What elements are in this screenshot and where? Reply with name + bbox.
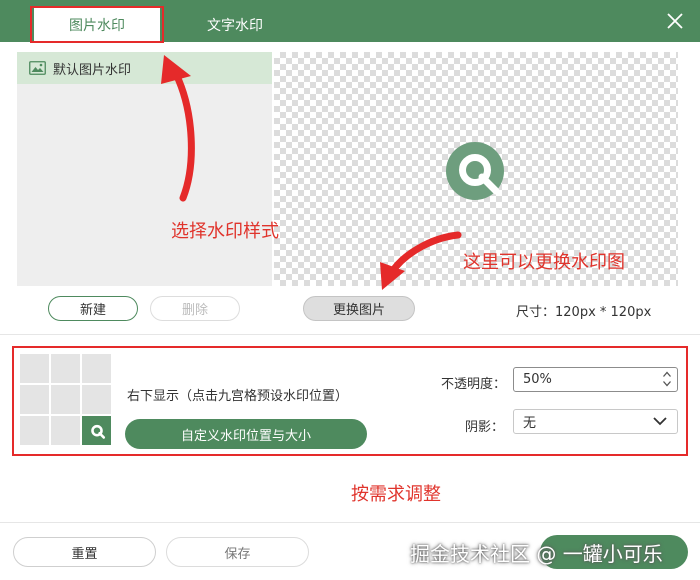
annotation-box-tab [30, 6, 164, 43]
divider [0, 334, 700, 335]
save-button[interactable]: 保存 [166, 537, 309, 567]
annotation-select-style: 选择水印样式 [171, 221, 279, 242]
footer-divider [0, 522, 700, 523]
size-info: 尺寸：120px * 120px [516, 305, 652, 320]
delete-button[interactable]: 删除 [150, 296, 240, 321]
image-icon [29, 61, 46, 75]
close-icon[interactable] [666, 12, 684, 30]
annotation-adjust: 按需求调整 [351, 484, 441, 505]
list-item-default[interactable]: 默认图片水印 [17, 52, 272, 84]
tab-text-watermark[interactable]: 文字水印 [170, 8, 300, 42]
watermark-logo-icon [446, 142, 504, 200]
watermark-list: 默认图片水印 [17, 52, 272, 286]
annotation-change-image: 这里可以更换水印图 [463, 252, 625, 273]
new-button[interactable]: 新建 [48, 296, 138, 321]
annotation-box-settings [12, 346, 688, 456]
reset-button[interactable]: 重置 [13, 537, 156, 567]
change-image-button[interactable]: 更换图片 [303, 296, 415, 321]
list-item-label: 默认图片水印 [53, 62, 132, 78]
credit-watermark: 掘金技术社区 @ 一罐小可乐 [410, 542, 663, 566]
